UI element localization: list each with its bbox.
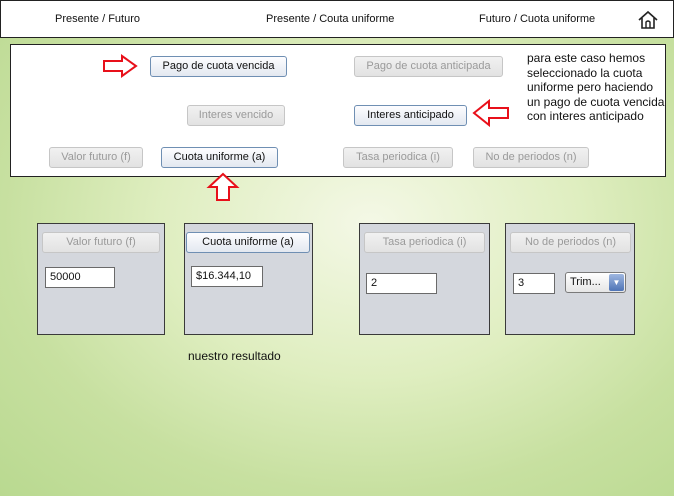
- uniform-payment-button[interactable]: Cuota uniforme (a): [161, 147, 278, 168]
- top-nav-bar: Presente / Futuro Presente / Couta unifo…: [0, 0, 674, 38]
- chevron-down-icon: ▼: [609, 274, 624, 291]
- arrow-right-icon: [103, 54, 138, 78]
- tab-present-uniform[interactable]: Presente / Couta uniforme: [266, 13, 394, 25]
- future-value-card-button[interactable]: Valor futuro (f): [42, 232, 160, 253]
- periodic-rate-card-button[interactable]: Tasa periodica (i): [364, 232, 485, 253]
- uniform-payment-card: Cuota uniforme (a) $16.344,10: [184, 223, 313, 335]
- future-value-input[interactable]: 50000: [45, 267, 115, 288]
- uniform-payment-card-button[interactable]: Cuota uniforme (a): [186, 232, 310, 253]
- periodic-rate-button[interactable]: Tasa periodica (i): [343, 147, 453, 168]
- num-periods-card-button[interactable]: No de periodos (n): [510, 232, 631, 253]
- periodic-rate-input[interactable]: 2: [366, 273, 437, 294]
- num-periods-button[interactable]: No de periodos (n): [473, 147, 589, 168]
- future-value-card: Valor futuro (f) 50000: [37, 223, 165, 335]
- arrow-up-icon: [206, 172, 240, 201]
- home-icon[interactable]: [637, 9, 659, 31]
- arrow-left-icon: [472, 99, 509, 127]
- future-value-button[interactable]: Valor futuro (f): [49, 147, 143, 168]
- due-interest-button[interactable]: Interes vencido: [187, 105, 285, 126]
- num-periods-card: No de periodos (n) 3 Trim... ▼: [505, 223, 635, 335]
- uniform-payment-result[interactable]: $16.344,10: [191, 266, 263, 287]
- explanation-note: para este caso hemos seleccionado la cuo…: [527, 51, 665, 124]
- advance-interest-button[interactable]: Interes anticipado: [354, 105, 467, 126]
- num-periods-input[interactable]: 3: [513, 273, 555, 294]
- advance-payment-button[interactable]: Pago de cuota anticipada: [354, 56, 503, 77]
- result-caption: nuestro resultado: [188, 349, 281, 363]
- tab-present-future[interactable]: Presente / Futuro: [55, 13, 140, 25]
- due-payment-button[interactable]: Pago de cuota vencida: [150, 56, 287, 77]
- periodic-rate-card: Tasa periodica (i) 2: [359, 223, 490, 335]
- period-unit-value: Trim...: [570, 276, 601, 288]
- period-unit-select[interactable]: Trim... ▼: [565, 272, 626, 293]
- tab-future-uniform[interactable]: Futuro / Cuota uniforme: [479, 13, 595, 25]
